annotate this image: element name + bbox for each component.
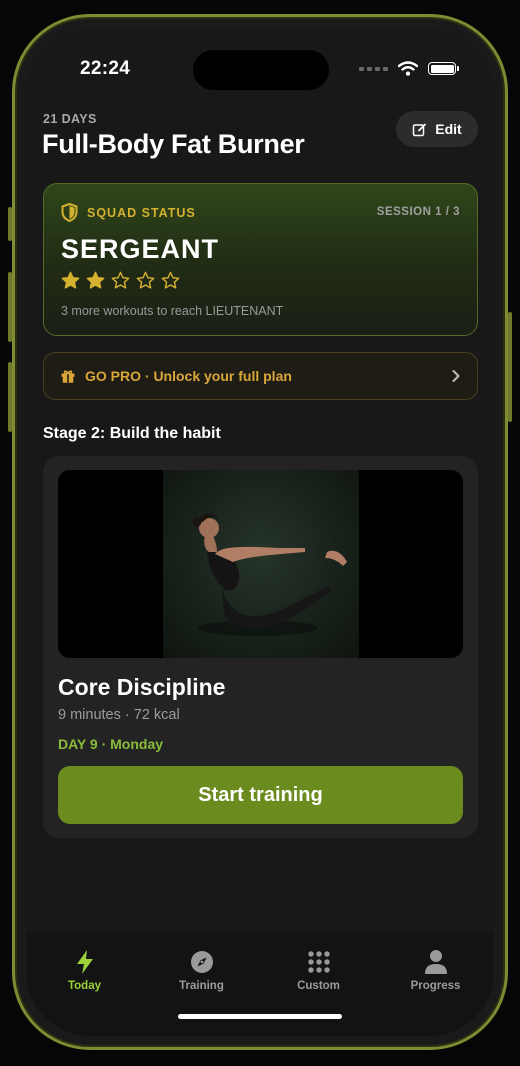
screen: 22:24 21 DAYS Full-Body Fat Burner Edit … [26,28,494,1036]
squad-status-label: SQUAD STATUS [87,205,196,220]
dynamic-island [193,50,329,90]
workout-photo [163,470,359,658]
stage-title: Stage 2: Build the habit [43,425,221,442]
status-icons [359,61,459,76]
tab-label: Training [179,980,224,992]
squad-status-header: SQUAD STATUS [61,203,196,222]
cellular-signal-icon [359,66,388,71]
rank-stars [61,271,180,290]
status-time: 22:24 [80,58,131,79]
volume-up-button [8,272,12,342]
session-counter: SESSION 1 / 3 [376,206,460,218]
volume-down-button [8,362,12,432]
tab-custom[interactable]: Custom [260,933,377,1036]
star-empty-icon [111,271,130,289]
wifi-icon [398,61,418,76]
tab-bar: Today Training Custom Progress [26,933,494,1036]
workout-title: Core Discipline [58,674,226,700]
home-indicator [178,1014,342,1019]
plan-title: Full-Body Fat Burner [42,129,305,159]
go-pro-banner[interactable]: GO PRO · Unlock your full plan [43,352,478,400]
star-filled-icon [86,271,105,289]
bolt-icon [76,950,93,974]
star-empty-icon [136,271,155,289]
tab-today[interactable]: Today [26,933,143,1036]
chevron-right-icon [452,370,460,382]
edit-icon [413,123,427,136]
rank-title: SERGEANT [61,234,220,264]
grid-icon [307,951,330,973]
person-icon [424,950,447,974]
workout-card[interactable]: Core Discipline 9 minutes · 72 kcal DAY … [43,456,478,838]
tab-progress[interactable]: Progress [377,933,494,1036]
workout-meta: 9 minutes · 72 kcal [58,707,180,723]
tab-label: Today [67,980,101,992]
edit-button[interactable]: Edit [396,111,478,147]
athlete-image [192,513,347,636]
star-filled-icon [61,271,80,289]
compass-icon [190,951,213,973]
tab-training[interactable]: Training [143,933,260,1036]
rank-progress-note: 3 more workouts to reach LIEUTENANT [61,304,284,318]
start-training-button[interactable]: Start training [58,766,463,824]
star-empty-icon [161,271,180,289]
gift-icon [61,370,75,383]
workout-day: DAY 9 · Monday [58,736,164,752]
power-button [508,312,512,422]
action-button [8,207,12,241]
plan-duration: 21 DAYS [43,112,97,126]
go-pro-text: GO PRO · Unlock your full plan [85,368,292,384]
squad-status-card: SQUAD STATUS SESSION 1 / 3 SERGEANT 3 mo… [43,183,478,336]
tab-label: Custom [297,980,340,992]
edit-button-label: Edit [435,121,462,137]
shield-icon [61,203,78,222]
battery-icon [428,62,459,75]
workout-thumbnail[interactable] [58,470,463,658]
tab-label: Progress [410,980,461,992]
